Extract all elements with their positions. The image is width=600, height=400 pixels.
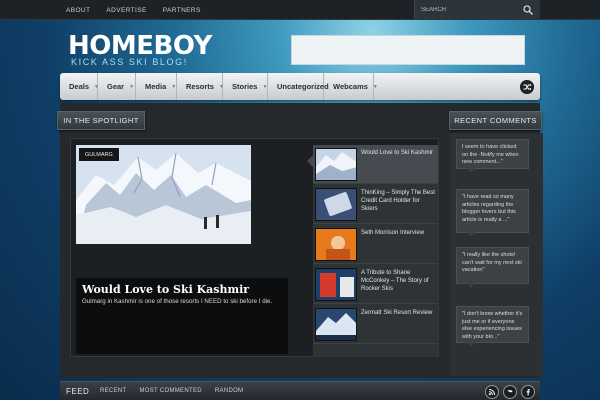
nav-item-label: Stories [232,82,258,91]
dropdown-arrow-icon: ▼ [262,83,268,90]
nav-item-label: Deals [69,82,90,91]
top-link-about[interactable]: ABOUT [66,7,90,14]
tab-most-commented[interactable]: MOST COMMENTED [139,388,201,394]
comment-bubble[interactable]: "I really like the shots! can't wait for… [456,247,529,288]
nav-item-label: Resorts [186,82,214,91]
thumbnail [315,188,357,221]
nav-item-uncategorized[interactable]: Uncategorized [268,73,329,100]
recent-comments-heading: RECENT COMMENTS [449,111,542,130]
ad-banner[interactable] [291,35,525,65]
search-box [414,0,540,20]
list-item-title: Zermatt Ski Resort Review [361,310,433,316]
top-bar: ABOUT ADVERTISE PARTNERS [0,0,600,20]
dropdown-arrow-icon: ▼ [372,83,378,90]
dropdown-arrow-icon: ▼ [129,83,135,90]
feed-bar: FEED RECENT MOST COMMENTED RANDOM [60,381,540,400]
nav-item-label: Uncategorized [277,82,329,91]
list-item-title: ThinKing – Simply The Best Credit Card H… [361,190,435,212]
thumbnail [315,228,357,261]
nav-item-media[interactable]: Media ▼ [136,73,177,100]
search-icon[interactable] [522,4,534,16]
top-link-partners[interactable]: PARTNERS [163,7,201,14]
main-nav: Deals ▼ Gear ▼ Media ▼ Resorts ▼ Stories ▼ Un… [60,73,540,100]
comment-bubble[interactable]: "I don't know whether it's just me or if… [456,306,529,347]
feed-label: FEED [66,387,90,396]
thumbnail [315,268,357,301]
top-link-advertise[interactable]: ADVERTISE [106,7,146,14]
list-item[interactable]: Seth Morrison Interview [313,225,438,264]
list-item-title: Seth Morrison Interview [361,230,425,236]
nav-item-deals[interactable]: Deals ▼ [60,73,99,100]
top-nav: ABOUT ADVERTISE PARTNERS [66,0,201,20]
thumbnail [315,148,357,181]
tab-random[interactable]: RANDOM [215,388,243,394]
feed-tabs: RECENT MOST COMMENTED RANDOM [100,388,243,394]
nav-item-label: Webcams [333,82,368,91]
spotlight-list: Would Love to Ski Kashmir ThinKing – Sim… [313,145,438,357]
search-input[interactable] [421,4,521,16]
comment-bubble[interactable]: "I have read so many articles regarding … [456,189,529,237]
twitter-icon[interactable] [503,385,517,399]
comment-text: "I really like the shots! can't wait for… [462,252,522,273]
nav-item-gear[interactable]: Gear ▼ [98,73,136,100]
featured-title[interactable]: Would Love to Ski Kashmir [82,283,249,296]
spotlight-heading: IN THE SPOTLIGHT [57,111,145,130]
list-item[interactable]: Would Love to Ski Kashmir [313,145,438,184]
facebook-icon[interactable] [521,385,535,399]
comment-text: "I have read so many articles regarding … [462,194,516,223]
site-tagline: KICK ASS SKI BLOG! [71,57,188,67]
list-item[interactable]: ThinKing – Simply The Best Credit Card H… [313,185,438,224]
nav-item-label: Media [145,82,167,91]
shuffle-icon[interactable] [520,80,534,94]
nav-item-webcams[interactable]: Webcams ▼ [324,73,378,100]
list-item-title: Would Love to Ski Kashmir [361,150,433,156]
featured-tag[interactable]: GULMARG [79,148,119,161]
tab-recent[interactable]: RECENT [100,388,126,394]
rss-icon[interactable] [485,385,499,399]
dropdown-arrow-icon: ▼ [171,83,177,90]
thumbnail [315,308,357,341]
comment-bubble[interactable]: I seem to have clicked on the -Notify me… [456,139,529,173]
list-item-title: A Tribute to Shane McConkey – The Story … [361,270,429,292]
nav-item-stories[interactable]: Stories ▼ [223,73,268,100]
comment-text: "I don't know whether it's just me or if… [462,311,523,340]
list-item[interactable]: Zermatt Ski Resort Review [313,305,438,344]
comment-text: I seem to have clicked on the -Notify me… [462,144,519,165]
site-title[interactable]: HOMEBOY [68,33,212,59]
list-item[interactable]: A Tribute to Shane McConkey – The Story … [313,265,438,304]
nav-item-label: Gear [107,82,125,91]
featured-excerpt: Gulmarg in Kashmir is one of those resor… [82,298,273,305]
nav-item-resorts[interactable]: Resorts ▼ [177,73,224,100]
